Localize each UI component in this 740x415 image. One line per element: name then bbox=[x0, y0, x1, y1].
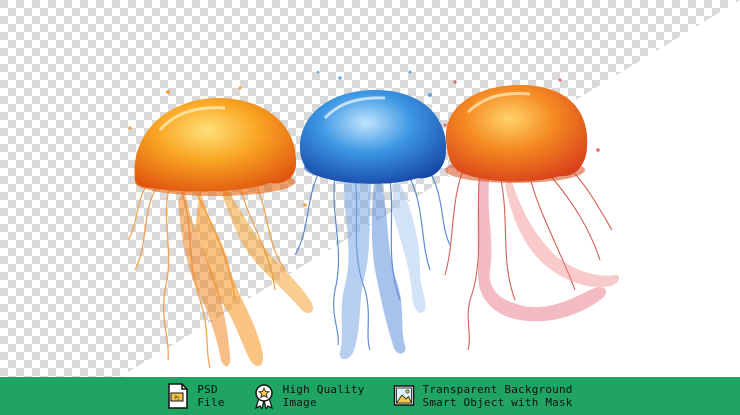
feature-quality-line2: Image bbox=[282, 396, 317, 409]
feature-transparent-line1: Transparent Background bbox=[422, 383, 573, 396]
svg-text:Ps: Ps bbox=[175, 396, 181, 402]
quality-badge-icon bbox=[254, 384, 273, 409]
feature-transparent-background: Transparent Background Smart Object with… bbox=[393, 383, 573, 409]
preview-canvas bbox=[0, 0, 740, 377]
feature-footer-bar: Ps PSD File High Quality Image Transpare… bbox=[0, 377, 740, 415]
feature-psd-file: Ps PSD File bbox=[167, 383, 224, 409]
image-mask-icon bbox=[393, 385, 414, 406]
feature-transparent-line2: Smart Object with Mask bbox=[422, 396, 573, 409]
feature-psd-line2: File bbox=[197, 396, 225, 409]
feature-quality-line1: High Quality bbox=[282, 383, 365, 396]
feature-high-quality: High Quality Image bbox=[253, 383, 365, 409]
jellyfish-artwork bbox=[0, 0, 740, 377]
feature-psd-line1: PSD bbox=[197, 383, 218, 396]
psd-file-icon: Ps bbox=[168, 383, 189, 409]
